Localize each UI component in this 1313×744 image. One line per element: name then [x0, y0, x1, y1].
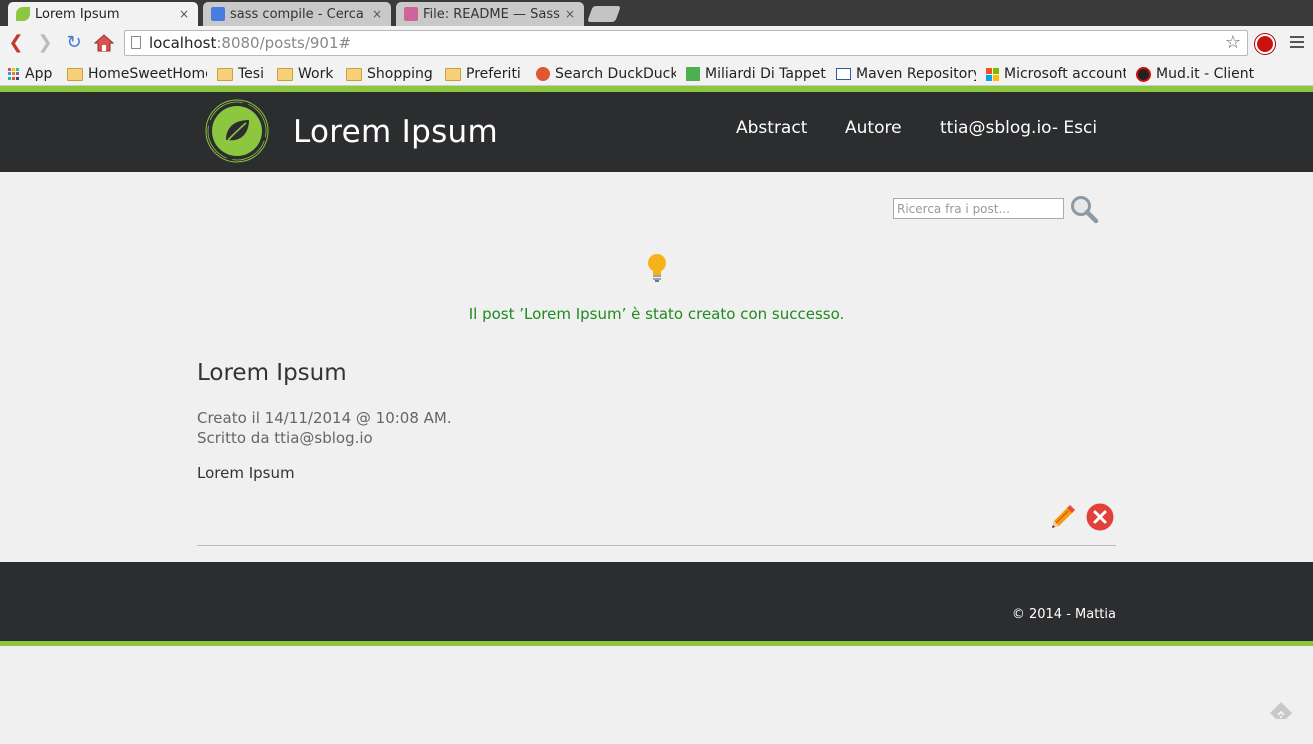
tab-close-icon[interactable]: ×	[176, 7, 192, 21]
address-bar[interactable]: localhost:8080/posts/901# ☆	[124, 30, 1248, 56]
folder-icon	[217, 67, 233, 81]
bookmark-star-icon[interactable]: ☆	[1225, 31, 1241, 55]
copyright-text: © 2014 - Mattia	[1011, 607, 1116, 622]
home-icon[interactable]	[93, 32, 115, 54]
post-created-date: Creato il 14/11/2014 @ 10:08 AM.	[197, 409, 452, 427]
bookmark-label: HomeSweetHome	[88, 66, 207, 82]
bookmark-label: Tesi	[238, 66, 264, 82]
nav-link-author[interactable]: Autore	[845, 118, 902, 138]
folder-icon	[445, 67, 461, 81]
bookmark-folder[interactable]: Preferiti	[445, 64, 527, 84]
adblock-icon[interactable]	[1255, 34, 1275, 54]
bookmark-label: Work	[298, 66, 334, 82]
microsoft-icon	[986, 67, 999, 81]
url-host: localhost	[149, 34, 217, 52]
bookmark-link[interactable]: Mud.it - Client	[1136, 64, 1276, 84]
tab-title: sass compile - Cerca	[230, 6, 364, 22]
url-path: :8080/posts/901#	[216, 34, 352, 52]
feedly-icon[interactable]	[1268, 700, 1294, 726]
post-body: Lorem Ipsum	[197, 464, 295, 482]
leaf-icon	[16, 7, 30, 21]
bookmark-label: Miliardi Di Tappeti	[705, 66, 826, 82]
nav-link-user-logout[interactable]: ttia@sblog.io- Esci	[940, 118, 1097, 138]
tab-close-icon[interactable]: ×	[562, 7, 578, 21]
search-input[interactable]	[893, 198, 1064, 219]
page-icon	[131, 36, 141, 49]
new-tab-button[interactable]	[587, 6, 621, 22]
mvn-icon	[836, 68, 851, 80]
duckduckgo-icon	[536, 67, 550, 81]
nav-link-abstract[interactable]: Abstract	[736, 118, 807, 138]
browser-tab-bar: Lorem Ipsum × sass compile - Cerca × Fil…	[0, 0, 1313, 26]
apps-grid-icon	[8, 68, 20, 80]
bookmark-label: Microsoft account	[1004, 66, 1126, 82]
spring-leaf-logo-icon[interactable]	[204, 98, 270, 164]
delete-icon[interactable]	[1086, 503, 1114, 531]
bookmark-duckduckgo[interactable]: Search DuckDuckGo	[536, 64, 676, 84]
bookmark-apps[interactable]: App	[8, 64, 60, 84]
bookmark-label: Shopping	[367, 66, 433, 82]
bookmark-link[interactable]: Microsoft account	[986, 64, 1126, 84]
tab-close-icon[interactable]: ×	[369, 7, 385, 21]
mud-icon	[1136, 66, 1151, 82]
tab-title: Lorem Ipsum	[35, 6, 120, 22]
lightbulb-icon	[645, 252, 669, 284]
tab-title: File: README — Sass	[423, 6, 560, 22]
google-icon	[211, 7, 225, 21]
browser-tab[interactable]: File: README — Sass ×	[396, 2, 584, 26]
reload-icon[interactable]: ↻	[63, 32, 85, 54]
edit-pencil-icon[interactable]	[1048, 502, 1078, 532]
search-icon[interactable]	[1069, 195, 1099, 224]
bookmark-folder[interactable]: HomeSweetHome	[67, 64, 207, 84]
back-icon[interactable]: ❮	[5, 32, 27, 54]
folder-icon	[277, 67, 293, 81]
bookmark-link[interactable]: Miliardi Di Tappeti	[686, 64, 826, 84]
bookmark-folder[interactable]: Tesi	[217, 64, 269, 84]
post-title: Lorem Ipsum	[197, 360, 347, 386]
bookmark-folder[interactable]: Work	[277, 64, 339, 84]
bookmark-label: App	[25, 66, 53, 82]
folder-icon	[346, 67, 362, 81]
bookmarks-bar: App HomeSweetHome Tesi Work Shopping Pre…	[0, 62, 1313, 86]
forward-icon[interactable]: ❯	[34, 32, 56, 54]
post-divider	[197, 545, 1116, 546]
success-message: Il post ’Lorem Ipsum’ è stato creato con…	[468, 305, 845, 323]
site-title[interactable]: Lorem Ipsum	[293, 114, 498, 150]
menu-icon[interactable]	[1290, 36, 1304, 50]
browser-tab-active[interactable]: Lorem Ipsum ×	[8, 2, 198, 26]
bookmark-label: Search DuckDuckGo	[555, 66, 676, 82]
ln-icon	[686, 67, 700, 81]
site-footer: © 2014 - Mattia	[0, 562, 1313, 646]
bookmark-folder[interactable]: Shopping	[346, 64, 438, 84]
browser-tab[interactable]: sass compile - Cerca ×	[203, 2, 391, 26]
bookmark-link[interactable]: Maven Repository	[836, 64, 976, 84]
bookmark-label: Preferiti	[466, 66, 521, 82]
sass-icon	[404, 7, 418, 21]
folder-icon	[67, 67, 83, 81]
post-meta: Creato il 14/11/2014 @ 10:08 AM. Scritto…	[197, 408, 452, 448]
bookmark-label: Maven Repository	[856, 66, 976, 82]
bookmark-label: Mud.it - Client	[1156, 66, 1255, 82]
browser-toolbar: ❮ ❯ ↻ localhost:8080/posts/901# ☆	[0, 26, 1313, 62]
site-header: Lorem Ipsum Abstract Autore ttia@sblog.i…	[0, 86, 1313, 172]
post-author: Scritto da ttia@sblog.io	[197, 429, 373, 447]
